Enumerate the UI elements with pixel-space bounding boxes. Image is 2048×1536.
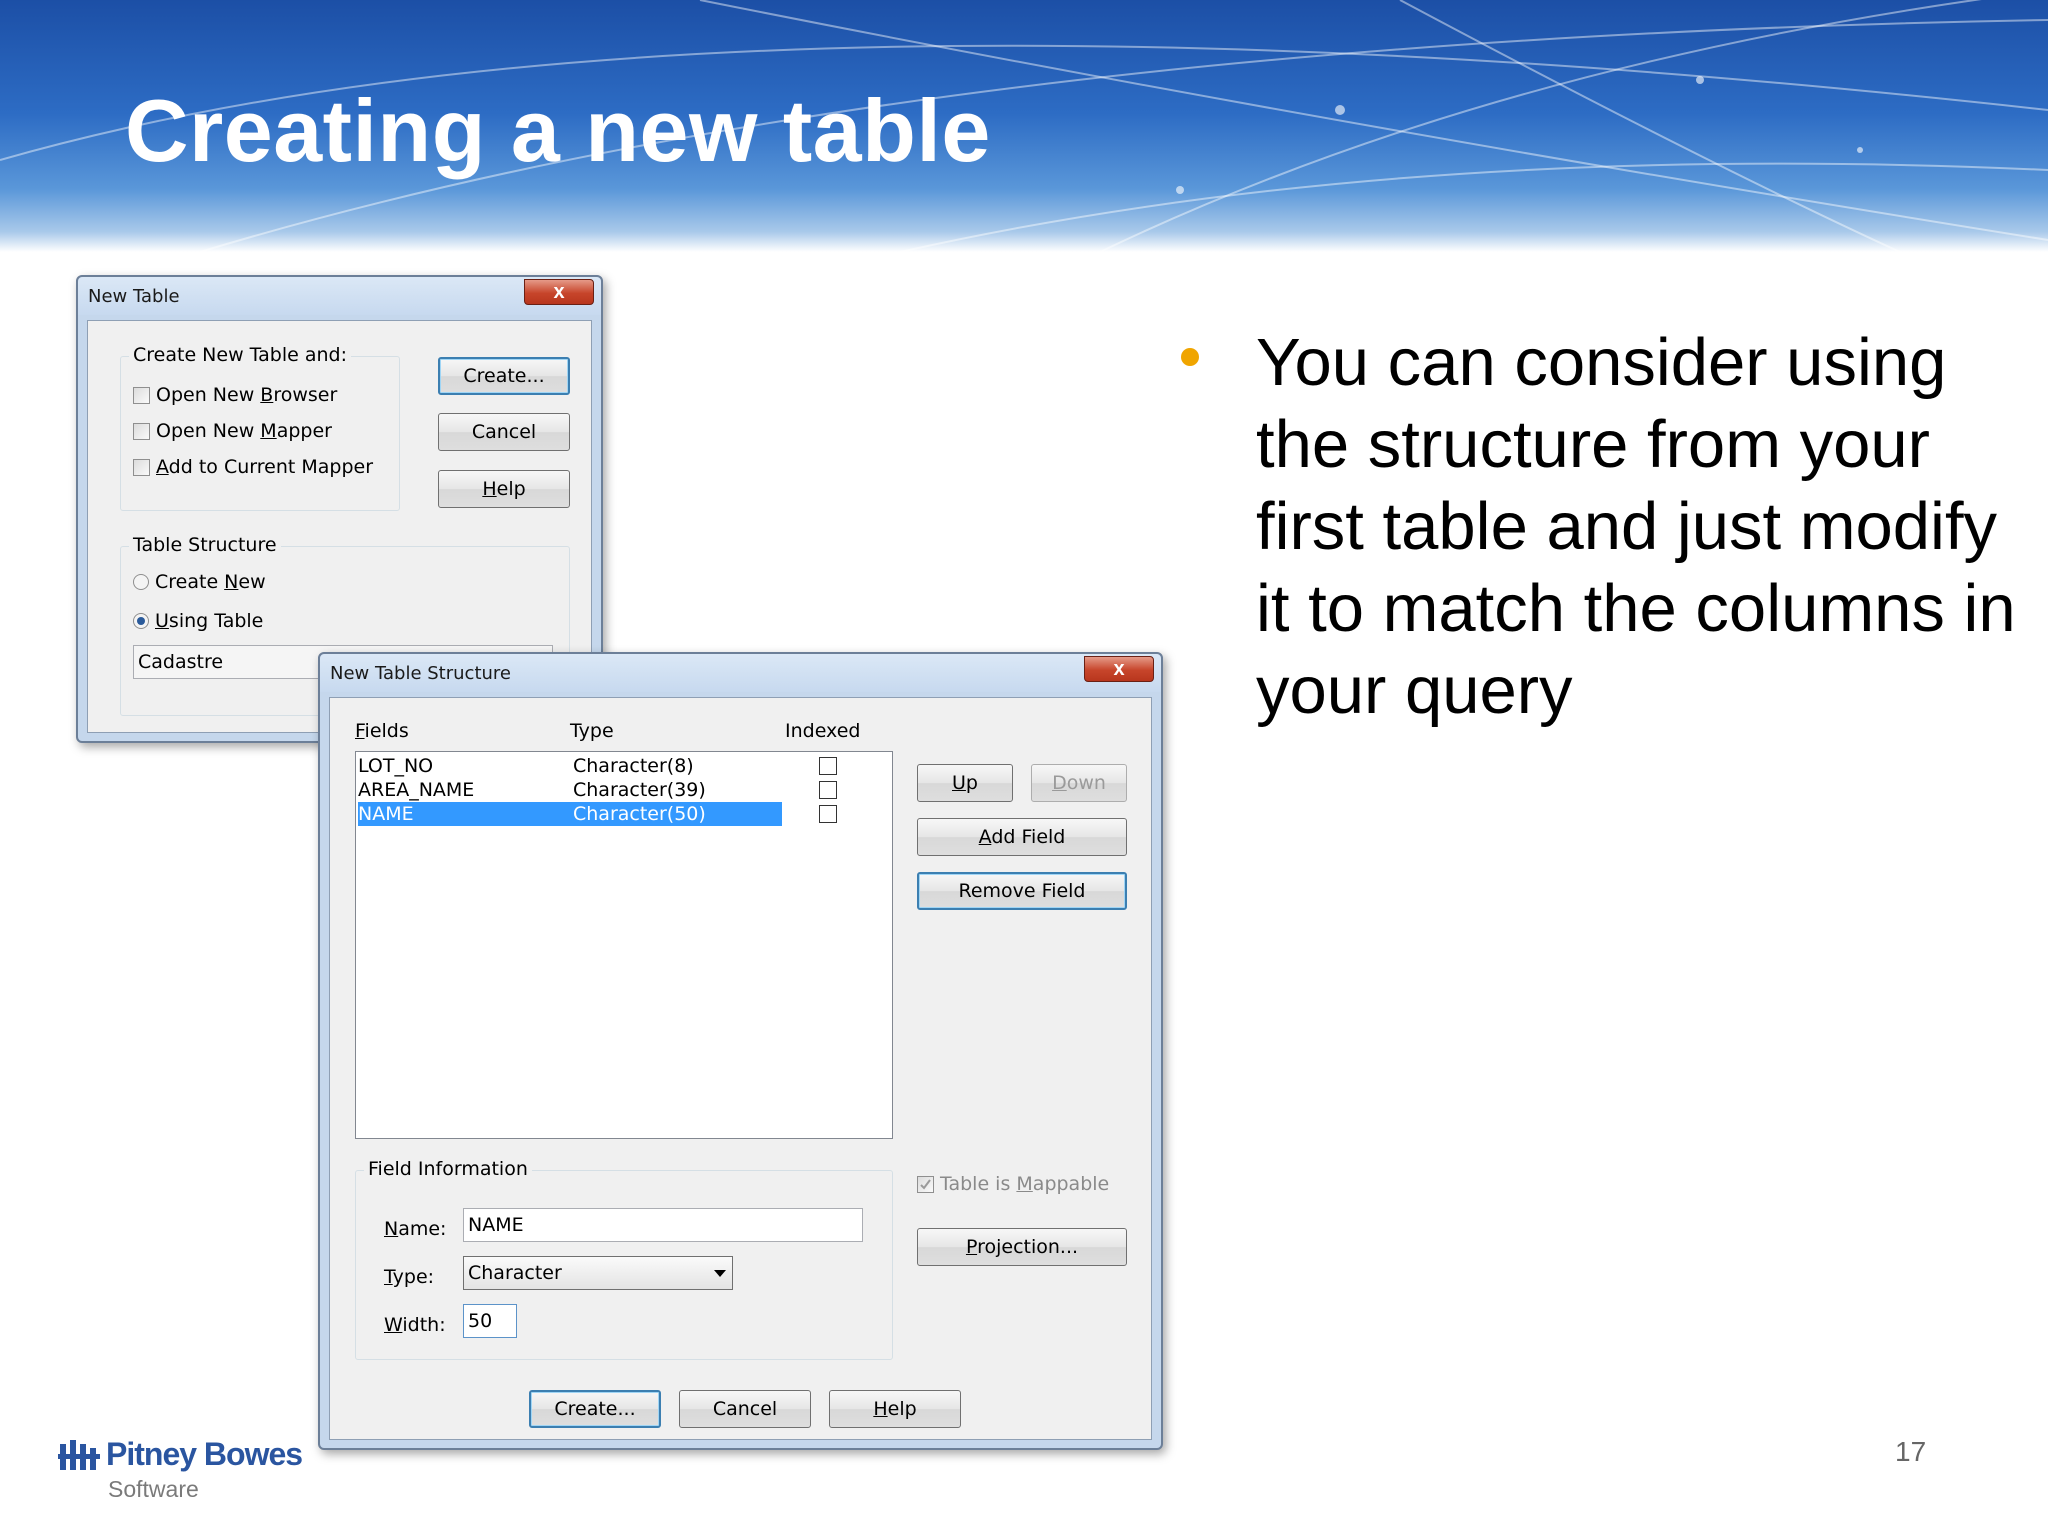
width-input[interactable]: 50 [463, 1304, 517, 1338]
bullet-text: You can consider using the structure fro… [1256, 325, 2016, 728]
selection-highlight [358, 802, 782, 826]
checkbox-box-checked[interactable] [917, 1175, 934, 1193]
fields-column-header: Fields [355, 720, 409, 742]
structure-help-button[interactable]: Help [829, 1390, 961, 1428]
structure-cancel-button[interactable]: Cancel [679, 1390, 811, 1428]
down-button[interactable]: Down [1031, 764, 1127, 802]
option-label: Add to Current Mapper [156, 456, 374, 478]
width-label: Width: [384, 1314, 446, 1336]
add-field-button[interactable]: Add Field [917, 818, 1127, 856]
table-row-selected[interactable]: NAME Character(50) [358, 802, 892, 826]
indexed-checkbox[interactable] [819, 781, 837, 799]
slide-title: Creating a new table [125, 81, 991, 180]
type-select-value: Character [468, 1262, 562, 1284]
radio-button-selected[interactable] [133, 613, 149, 629]
type-column-header: Type [570, 720, 614, 742]
table-row[interactable]: AREA_NAME Character(39) [358, 778, 892, 802]
create-new-radio[interactable]: Create New [133, 571, 266, 593]
field-type-cell: Character(50) [573, 803, 706, 825]
new-table-dialog-title: New Table [88, 286, 180, 307]
table-structure-legend: Table Structure [129, 534, 281, 556]
new-table-cancel-button[interactable]: Cancel [438, 413, 570, 451]
using-table-radio[interactable]: Using Table [133, 610, 263, 632]
new-table-close-button[interactable]: x [524, 279, 594, 305]
new-table-titlebar[interactable]: New Table x [78, 277, 601, 315]
pitney-bowes-logo-icon [58, 1440, 100, 1470]
fields-list[interactable]: LOT_NO Character(8) AREA_NAME Character(… [355, 751, 893, 1139]
field-name-cell: AREA_NAME [358, 779, 475, 801]
open-new-mapper-checkbox[interactable]: Open New Mapper [133, 420, 332, 442]
option-label: Using Table [155, 610, 264, 632]
field-name-cell: NAME [358, 803, 414, 825]
checkbox-box[interactable] [133, 422, 150, 440]
name-label: Name: [384, 1218, 447, 1240]
close-icon: x [1113, 658, 1125, 680]
open-new-browser-checkbox[interactable]: Open New Browser [133, 384, 337, 406]
table-row[interactable]: LOT_NO Character(8) [358, 754, 892, 778]
option-label: Open New Mapper [156, 420, 332, 442]
name-input[interactable]: NAME [463, 1208, 863, 1242]
logo-wordmark: Pitney Bowes [106, 1436, 303, 1472]
checkmark-icon [920, 1178, 931, 1190]
structure-dialog-title: New Table Structure [330, 663, 511, 684]
indexed-checkbox[interactable] [819, 805, 837, 823]
field-information-legend: Field Information [364, 1158, 532, 1180]
create-options-legend: Create New Table and: [129, 344, 351, 366]
title-banner: Creating a new table [0, 0, 2048, 252]
structure-create-button[interactable]: Create... [529, 1390, 661, 1428]
type-select[interactable]: Character [463, 1256, 733, 1290]
new-table-structure-dialog: New Table Structure x Fields Type Indexe… [318, 652, 1163, 1450]
table-is-mappable-checkbox[interactable]: Table is Mappable [917, 1173, 1109, 1195]
new-table-create-button[interactable]: Create... [438, 357, 570, 395]
close-icon: x [553, 281, 565, 303]
structure-titlebar[interactable]: New Table Structure x [320, 654, 1161, 692]
indexed-checkbox[interactable] [819, 757, 837, 775]
field-name-cell: LOT_NO [358, 755, 434, 777]
logo-subtitle: Software [108, 1476, 199, 1502]
add-to-current-mapper-checkbox[interactable]: Add to Current Mapper [133, 456, 373, 478]
remove-field-button[interactable]: Remove Field [917, 872, 1127, 910]
bullet-dot [1181, 348, 1199, 366]
field-type-cell: Character(8) [573, 755, 694, 777]
type-label: Type: [384, 1266, 435, 1288]
option-label: Open New Browser [156, 384, 338, 406]
option-label: Table is Mappable [940, 1173, 1110, 1195]
field-type-cell: Character(39) [573, 779, 706, 801]
structure-client: Fields Type Indexed LOT_NO Character(8) … [329, 697, 1152, 1440]
checkbox-box[interactable] [133, 386, 150, 404]
page-number: 17 [1895, 1436, 1927, 1467]
projection-button[interactable]: Projection... [917, 1228, 1127, 1266]
chevron-down-icon [714, 1270, 726, 1277]
structure-close-button[interactable]: x [1084, 656, 1154, 682]
new-table-help-button[interactable]: Help [438, 470, 570, 508]
checkbox-box[interactable] [133, 458, 150, 476]
option-label: Create New [155, 571, 266, 593]
up-button[interactable]: Up [917, 764, 1013, 802]
radio-button[interactable] [133, 574, 149, 590]
indexed-column-header: Indexed [785, 720, 861, 742]
